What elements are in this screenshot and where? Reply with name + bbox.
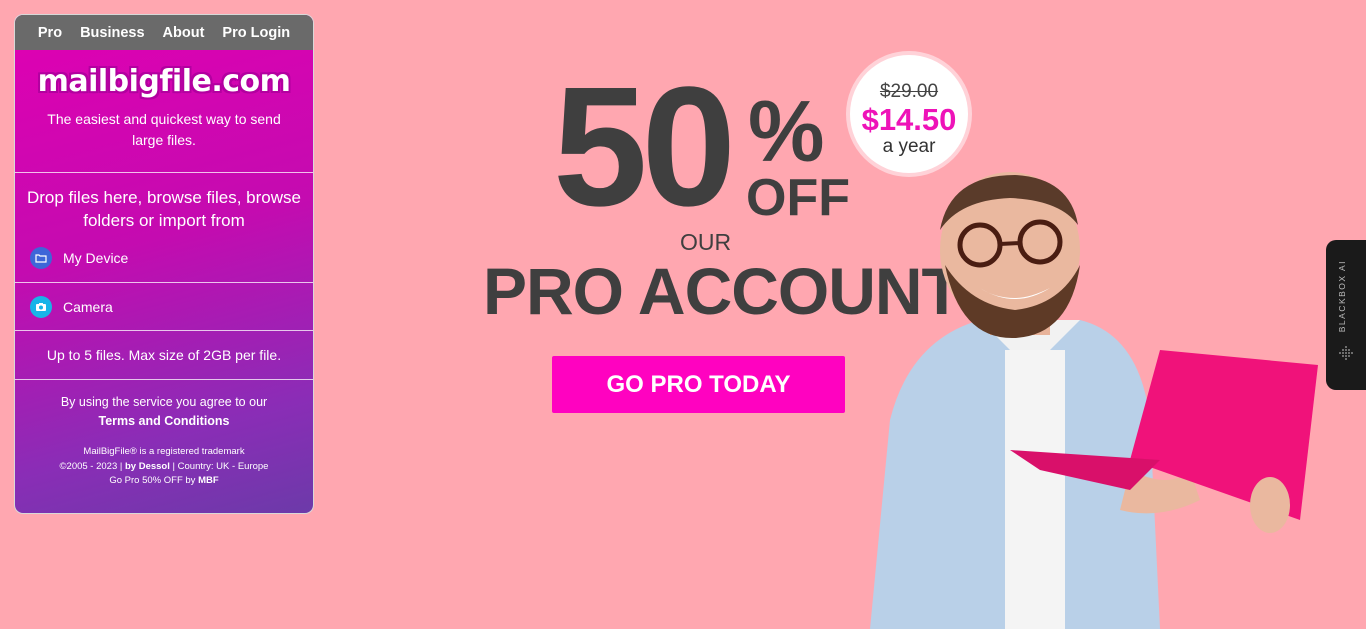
source-label: My Device xyxy=(63,249,129,266)
upload-limits: Up to 5 files. Max size of 2GB per file. xyxy=(46,347,282,363)
new-price: $14.50 xyxy=(861,102,957,137)
folder-icon xyxy=(30,246,52,269)
dessol-link[interactable]: by Dessol xyxy=(125,461,170,472)
top-nav: Pro Business About Pro Login xyxy=(15,15,313,50)
site-logo[interactable]: mailbigfile.com xyxy=(15,64,313,99)
promo-line: Go Pro 50% OFF by MBF xyxy=(15,474,313,489)
camera-icon xyxy=(30,295,52,318)
copyright-text: ©2005 - 2023 | xyxy=(59,460,123,472)
discount-number: 50 xyxy=(553,52,736,242)
price-period: a year xyxy=(882,136,936,157)
side-tab-label: BLACKBOX AI xyxy=(1337,260,1347,333)
tagline: The easiest and quickest way to send lar… xyxy=(47,111,281,148)
footer: MailBigFile® is a registered trademark ©… xyxy=(15,445,313,489)
terms-block: By using the service you agree to our Te… xyxy=(15,380,313,431)
price-badge: $29.00 $14.50 a year xyxy=(850,55,968,173)
nav-business-link[interactable]: Business xyxy=(71,25,153,41)
source-label: Camera xyxy=(63,298,113,315)
blackbox-icon xyxy=(1339,346,1353,360)
terms-link[interactable]: Terms and Conditions xyxy=(98,414,229,428)
hero-person-image xyxy=(870,172,1318,629)
nav-pro-link[interactable]: Pro xyxy=(29,25,71,41)
our-text: OUR xyxy=(680,229,732,255)
percent-sign: % xyxy=(748,84,825,180)
mbf-link[interactable]: MBF xyxy=(198,475,219,486)
drop-zone-text[interactable]: Drop files here, browse files, browse fo… xyxy=(15,173,313,233)
nav-pro-login-link[interactable]: Pro Login xyxy=(213,25,299,41)
brand-block: mailbigfile.com The easiest and quickest… xyxy=(15,50,313,172)
source-my-device[interactable]: My Device xyxy=(15,233,313,282)
source-camera[interactable]: Camera xyxy=(15,283,313,330)
nav-about-link[interactable]: About xyxy=(154,25,214,41)
trademark-text: MailBigFile® is a registered trademark xyxy=(83,446,245,457)
promo-text: Go Pro 50% OFF by xyxy=(109,475,196,486)
blackbox-side-tab[interactable]: BLACKBOX AI xyxy=(1326,240,1366,390)
copyright-line: ©2005 - 2023 | by Dessol | Country: UK -… xyxy=(15,460,313,475)
go-pro-button[interactable]: GO PRO TODAY xyxy=(552,356,845,413)
old-price: $29.00 xyxy=(879,81,939,102)
country-text: | Country: UK - Europe xyxy=(172,460,269,472)
upload-panel: Pro Business About Pro Login mailbigfile… xyxy=(14,14,314,514)
terms-text: By using the service you agree to our xyxy=(60,395,268,409)
